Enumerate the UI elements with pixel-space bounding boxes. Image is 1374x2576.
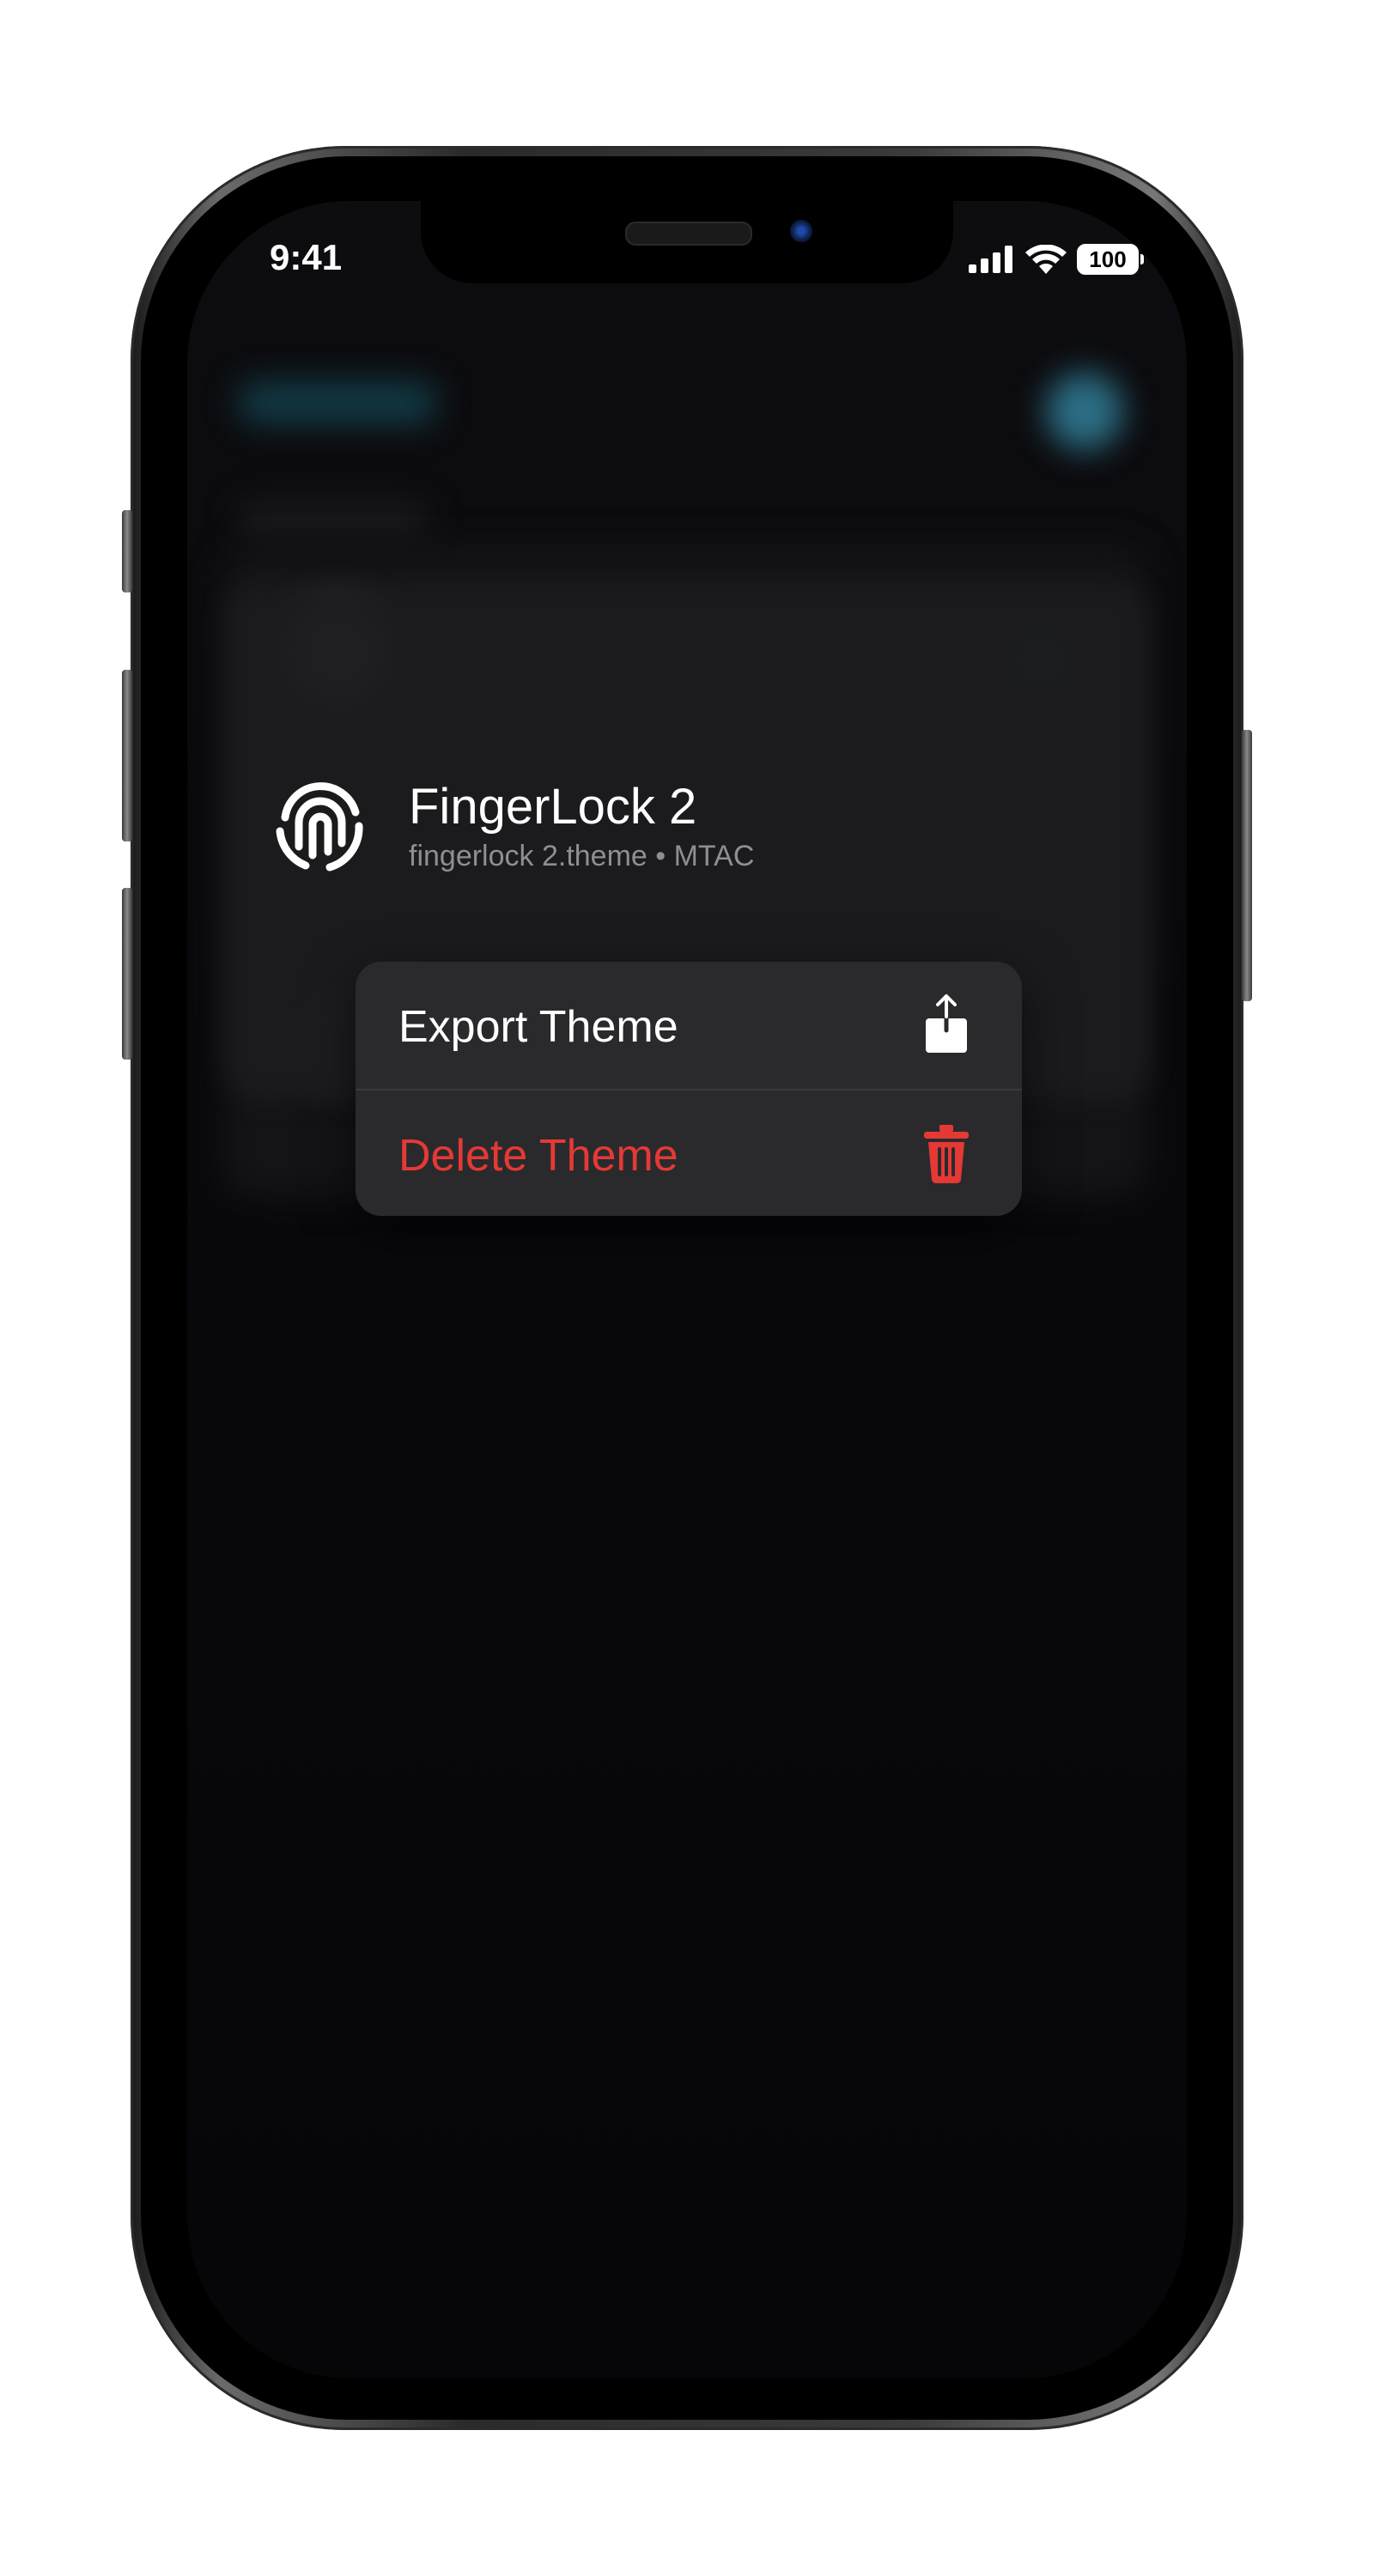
context-menu: Export Theme Delete Theme: [356, 962, 1022, 1216]
side-button: [1242, 730, 1252, 1001]
status-indicators: 100: [969, 244, 1144, 275]
cellular-signal-icon: [969, 246, 1012, 273]
status-time: 9:41: [270, 237, 343, 277]
blurred-back-nav: [239, 381, 436, 424]
delete-theme-menu-item[interactable]: Delete Theme: [356, 1091, 1022, 1216]
export-theme-menu-item[interactable]: Export Theme: [356, 962, 1022, 1089]
wifi-icon: [1025, 245, 1067, 274]
delete-theme-label: Delete Theme: [398, 1131, 678, 1181]
theme-filename: fingerlock 2.theme • MTAC: [409, 840, 755, 872]
blurred-section-header: [239, 503, 428, 538]
trash-icon: [924, 1125, 969, 1184]
volume-up-button: [122, 670, 132, 841]
screen: [187, 201, 1187, 2379]
front-camera: [790, 220, 812, 242]
mute-switch: [122, 510, 132, 592]
theme-name: FingerLock 2: [409, 779, 697, 835]
fingerprint-icon: [276, 782, 363, 872]
volume-down-button: [122, 888, 132, 1060]
export-theme-label: Export Theme: [398, 1002, 678, 1052]
earpiece-speaker: [625, 222, 752, 246]
theme-list-item[interactable]: FingerLock 2 fingerlock 2.theme • MTAC: [273, 773, 1046, 876]
blurred-add-button: [1046, 373, 1123, 450]
battery-icon: 100: [1077, 244, 1144, 275]
share-icon: [926, 993, 967, 1053]
